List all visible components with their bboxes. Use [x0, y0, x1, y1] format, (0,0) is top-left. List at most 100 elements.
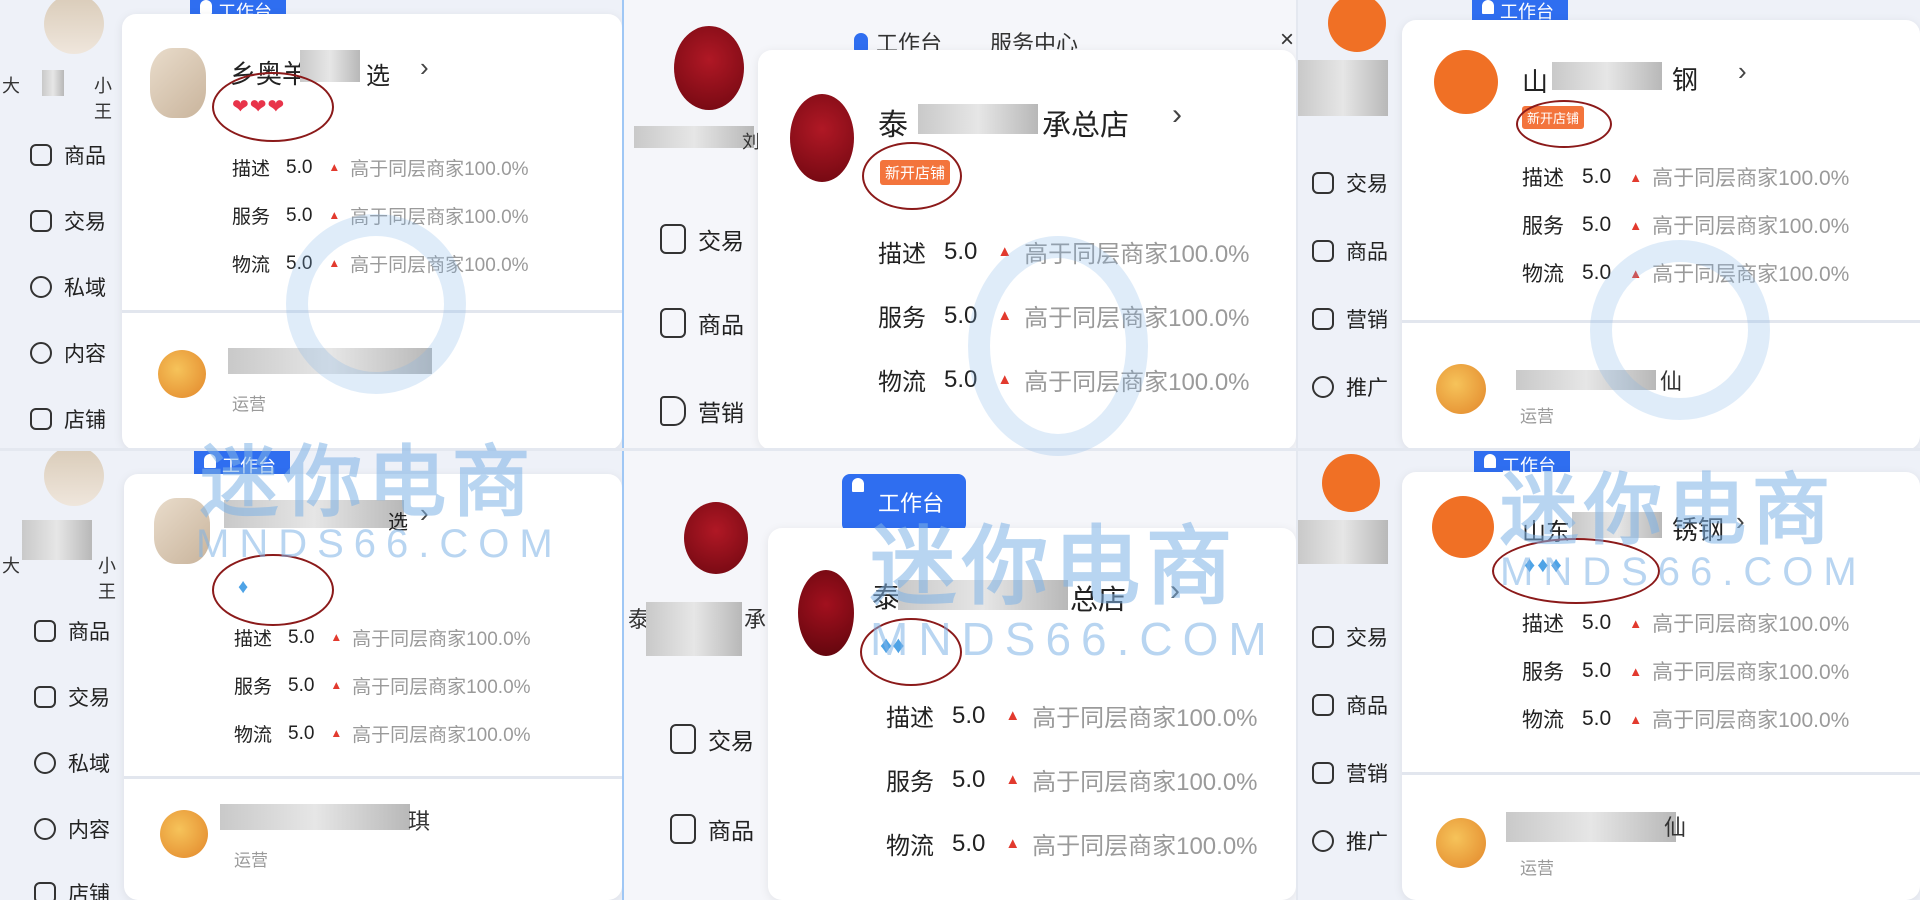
nav-goods[interactable]: 商品 [670, 812, 754, 846]
rating-service: 服务 5.0 ▲ 高于同层商家100.0% [234, 674, 531, 699]
user-avatar [44, 0, 104, 54]
nav-trade[interactable]: 交易 [670, 722, 754, 756]
sub-account-avatar[interactable] [1436, 364, 1486, 414]
sub-account-role: 运营 [1520, 407, 1554, 426]
bag-icon [670, 814, 696, 844]
sub-account-name-suffix: 琪 [408, 809, 431, 834]
store-avatar[interactable] [150, 48, 206, 118]
sub-account-role: 运营 [234, 851, 268, 870]
user-name-blur [646, 602, 742, 656]
location-icon [1312, 376, 1334, 398]
nav-trade[interactable]: 交易 [1312, 622, 1388, 652]
user-name-blur [634, 126, 754, 148]
store-avatar[interactable] [1432, 496, 1494, 558]
nav-promote[interactable]: 推广 [1312, 826, 1388, 856]
watermark-logo [1590, 240, 1770, 420]
nav-content[interactable]: 内容 [34, 814, 110, 844]
sub-account-avatar[interactable] [1436, 818, 1486, 868]
rating-service: 服务 5.0 ▲ 高于同层商家100.0% [886, 765, 1258, 797]
bag-icon [660, 308, 686, 338]
panel-top-left: 大 小王 商品 交易 私域 内容 店铺 工作台 乡奥羊 选 › ❤❤❤ 描述 5.… [0, 0, 622, 450]
sub-account-avatar[interactable] [160, 810, 208, 858]
user-name-suffix: 承 [744, 607, 767, 632]
user-name-blur [42, 70, 64, 96]
nav-content[interactable]: 内容 [30, 338, 106, 368]
document-icon [670, 724, 696, 754]
store-name[interactable]: 泰 [878, 100, 908, 144]
store-name-blur [300, 50, 360, 82]
nav-goods[interactable]: 商品 [34, 616, 110, 646]
bag-icon [30, 144, 52, 166]
panel-separator [0, 448, 1920, 451]
store-avatar[interactable] [798, 570, 854, 656]
highlight-circle [1492, 538, 1660, 604]
rating-describe: 描述 5.0 ▲ 高于同层商家100.0% [234, 626, 531, 651]
people-icon [30, 276, 52, 298]
sub-account-avatar[interactable] [158, 350, 206, 398]
store-name-tail: 承总店 [1042, 110, 1130, 142]
watermark-logo [286, 214, 466, 394]
nav-private[interactable]: 私域 [34, 748, 110, 778]
store-name[interactable]: 泰 [872, 576, 900, 616]
user-avatar [674, 26, 744, 110]
nav-trade[interactable]: 交易 [30, 206, 106, 236]
rating-service: 服务 5.0 ▲ 高于同层商家100.0% [1522, 659, 1850, 684]
chevron-right-icon[interactable]: › [1736, 506, 1745, 537]
hash-icon [30, 342, 52, 364]
bag-icon [1312, 240, 1334, 262]
nav-private[interactable]: 私域 [30, 272, 106, 302]
highlight-circle [212, 72, 334, 142]
nav-trade[interactable]: 交易 [1312, 168, 1388, 198]
nav-store[interactable]: 店铺 [30, 404, 106, 434]
bag-icon [34, 620, 56, 642]
nav-goods[interactable]: 商品 [660, 306, 744, 340]
nav-goods[interactable]: 商品 [1312, 690, 1388, 720]
nav-goods[interactable]: 商品 [1312, 236, 1388, 266]
card-divider [124, 776, 622, 779]
user-name-prefix: 大 [2, 76, 20, 96]
store-name-tail: 锈钢 [1672, 515, 1725, 545]
megaphone-icon [1312, 308, 1334, 330]
nav-promote[interactable]: 推广 [1312, 372, 1388, 402]
store-name-tail: 选 [388, 512, 408, 534]
store-icon [30, 408, 52, 430]
chevron-right-icon[interactable]: › [1172, 98, 1182, 132]
nav-trade[interactable]: 交易 [660, 222, 744, 256]
store-name-blur [1572, 512, 1662, 538]
nav-trade[interactable]: 交易 [34, 682, 110, 712]
store-avatar[interactable] [1434, 50, 1498, 114]
user-name-blur [1298, 60, 1388, 116]
rating-describe: 描述 5.0 ▲ 高于同层商家100.0% [1522, 165, 1850, 190]
document-icon [34, 686, 56, 708]
store-icon [34, 882, 56, 900]
chevron-right-icon[interactable]: › [1738, 56, 1747, 87]
chevron-right-icon[interactable]: › [420, 52, 429, 83]
nav-store[interactable]: 店铺 [34, 878, 110, 900]
user-avatar [1322, 454, 1380, 512]
tab-workbench[interactable]: 工作台 [842, 474, 967, 532]
chevron-right-icon[interactable]: › [1170, 574, 1180, 608]
document-icon [660, 224, 686, 254]
nav-goods[interactable]: 商品 [30, 140, 106, 170]
document-icon [1312, 172, 1334, 194]
location-icon [1312, 830, 1334, 852]
rating-logistics: 物流 5.0 ▲ 高于同层商家100.0% [1522, 707, 1850, 732]
nav-marketing[interactable]: 营销 [1312, 758, 1388, 788]
people-icon [34, 752, 56, 774]
highlight-circle [862, 142, 962, 210]
store-avatar[interactable] [154, 498, 210, 564]
highlight-circle [1516, 100, 1612, 148]
store-avatar[interactable] [790, 94, 854, 182]
store-name-blur [224, 500, 404, 528]
nav-marketing[interactable]: 营销 [1312, 304, 1388, 334]
store-name[interactable]: 山 [1522, 62, 1548, 99]
rating-describe: 描述 5.0 ▲ 高于同层商家100.0% [1522, 611, 1850, 636]
chevron-right-icon[interactable]: › [420, 498, 429, 529]
sub-account-name-suffix: 仙 [1664, 815, 1687, 840]
user-avatar [44, 450, 104, 506]
rating-describe: 描述 5.0 ▲ 高于同层商家100.0% [886, 701, 1258, 733]
megaphone-icon [660, 396, 686, 426]
nav-marketing[interactable]: 营销 [660, 394, 744, 428]
panel-bottom-middle: 泰 承 工作台 交易 商品 泰 总店 › ♦♦ 描述 5.0 ▲ 高于同层商家100.… [624, 450, 1296, 900]
user-name-blur [22, 520, 92, 560]
